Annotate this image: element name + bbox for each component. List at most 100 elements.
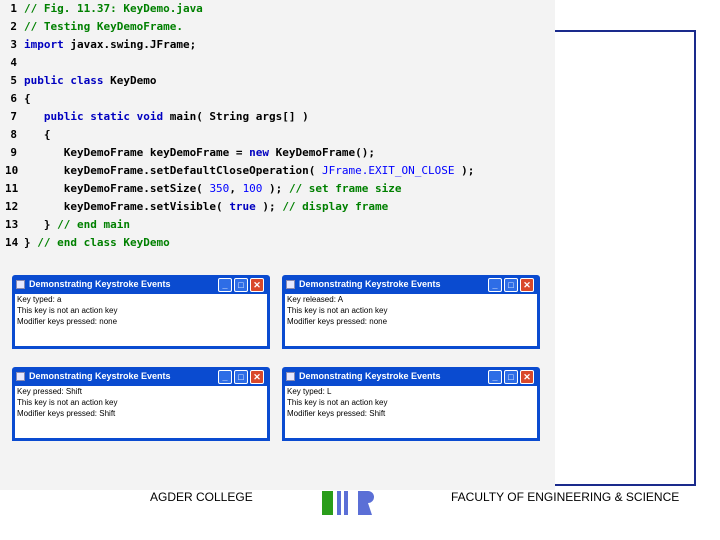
code-token: // end class KeyDemo xyxy=(37,236,170,249)
java-app-icon xyxy=(16,372,25,381)
slide-frame-border xyxy=(555,30,696,486)
line-number: 11 xyxy=(5,182,19,195)
close-button[interactable]: ✕ xyxy=(520,370,534,384)
close-button[interactable]: ✕ xyxy=(520,278,534,292)
output-line: Modifier keys pressed: none xyxy=(287,317,388,326)
close-button[interactable]: ✕ xyxy=(250,370,264,384)
java-app-icon xyxy=(16,280,25,289)
output-line: Key typed: a xyxy=(17,295,62,304)
line-number: 12 xyxy=(5,200,19,213)
code-text: { xyxy=(24,126,51,144)
window-content: Key typed: a This key is not an action ke… xyxy=(15,294,267,346)
line-number: 9 xyxy=(10,146,17,159)
code-text: { xyxy=(24,90,31,108)
line-number: 14 xyxy=(5,236,19,249)
output-line: This key is not an action key xyxy=(287,306,388,315)
code-token: ); xyxy=(262,182,289,195)
code-token: // end main xyxy=(57,218,130,231)
window-content: Key typed: L This key is not an action ke… xyxy=(285,386,537,438)
logo-bar-green xyxy=(322,491,333,515)
logo-bar-2 xyxy=(344,491,348,515)
line-number: 3 xyxy=(10,38,17,51)
output-line: Key released: A xyxy=(287,295,344,304)
output-line: This key is not an action key xyxy=(17,306,118,315)
output-line: Modifier keys pressed: none xyxy=(17,317,118,326)
code-token: keyDemoFrame.setVisible( xyxy=(24,200,230,213)
output-line: This key is not an action key xyxy=(287,398,388,407)
output-line: This key is not an action key xyxy=(17,398,118,407)
code-token: KeyDemoFrame keyDemoFrame = xyxy=(24,146,250,159)
line-number: 6 xyxy=(10,92,17,105)
minimize-button[interactable]: _ xyxy=(488,370,502,384)
code-text: } // end class KeyDemo xyxy=(24,234,170,252)
code-token: , xyxy=(229,182,243,195)
code-token: KeyDemo xyxy=(103,74,157,87)
code-token: // Fig. 11.37: KeyDemo.java xyxy=(24,2,203,15)
code-token: new xyxy=(249,146,270,159)
code-token: keyDemoFrame.setSize( xyxy=(24,182,210,195)
code-token: main( String args[] ) xyxy=(163,110,309,123)
line-number: 10 xyxy=(5,164,19,177)
java-app-icon xyxy=(286,372,295,381)
keystroke-window-1: Demonstrating Keystroke Events _ □ ✕ Key typ… xyxy=(12,275,270,349)
code-token: } xyxy=(24,218,58,231)
code-text: // Fig. 11.37: KeyDemo.java xyxy=(24,0,203,18)
logo-bar-1 xyxy=(337,491,341,515)
maximize-button[interactable]: □ xyxy=(504,370,518,384)
code-text: KeyDemoFrame keyDemoFrame = new KeyDemoF… xyxy=(24,144,375,162)
code-token: { xyxy=(24,128,51,141)
window-title: Demonstrating Keystroke Events xyxy=(29,279,171,289)
logo-bar-3 xyxy=(358,491,374,515)
line-number: 7 xyxy=(10,110,17,123)
keystroke-window-4: Demonstrating Keystroke Events _ □ ✕ Key typ… xyxy=(282,367,540,441)
code-token: // Testing KeyDemoFrame. xyxy=(24,20,183,33)
code-token: true xyxy=(229,200,256,213)
code-token: ); xyxy=(255,200,283,213)
code-text: keyDemoFrame.setDefaultCloseOperation( J… xyxy=(24,162,475,180)
college-logo xyxy=(322,491,374,515)
window-title: Demonstrating Keystroke Events xyxy=(299,371,441,381)
code-token: public static void xyxy=(24,110,164,123)
footer-college-name: AGDER COLLEGE xyxy=(150,490,253,504)
code-text: } // end main xyxy=(24,216,130,234)
code-text: // Testing KeyDemoFrame. xyxy=(24,18,183,36)
output-line: Key typed: L xyxy=(287,387,332,396)
line-number: 2 xyxy=(10,20,17,33)
code-token: 100 xyxy=(242,182,263,195)
close-button[interactable]: ✕ xyxy=(250,278,264,292)
window-title: Demonstrating Keystroke Events xyxy=(299,279,441,289)
code-token: keyDemoFrame.setDefaultCloseOperation( xyxy=(24,164,323,177)
code-token: import xyxy=(24,38,64,51)
code-token: { xyxy=(24,92,31,105)
code-text: keyDemoFrame.setVisible( true ); // disp… xyxy=(24,198,389,216)
output-line: Key pressed: Shift xyxy=(17,387,82,396)
window-content: Key released: A This key is not an action… xyxy=(285,294,537,346)
code-token: // set frame size xyxy=(288,182,402,195)
code-text: import javax.swing.JFrame; xyxy=(24,36,196,54)
line-number: 13 xyxy=(5,218,19,231)
footer-faculty-name: FACULTY OF ENGINEERING & SCIENCE xyxy=(451,490,680,504)
code-text: public static void main( String args[] ) xyxy=(24,108,309,126)
keystroke-window-3: Demonstrating Keystroke Events _ □ ✕ Key pre… xyxy=(12,367,270,441)
code-token: public class xyxy=(24,74,104,87)
line-number: 1 xyxy=(10,2,17,15)
line-number: 8 xyxy=(10,128,17,141)
maximize-button[interactable]: □ xyxy=(234,370,248,384)
code-token: KeyDemoFrame(); xyxy=(269,146,376,159)
maximize-button[interactable]: □ xyxy=(504,278,518,292)
code-token: 350 xyxy=(209,182,230,195)
maximize-button[interactable]: □ xyxy=(234,278,248,292)
code-token: ); xyxy=(454,164,475,177)
line-number: 4 xyxy=(10,56,17,69)
output-line: Modifier keys pressed: Shift xyxy=(17,409,116,418)
line-number: 5 xyxy=(10,74,17,87)
java-app-icon xyxy=(286,280,295,289)
minimize-button[interactable]: _ xyxy=(218,370,232,384)
keystroke-window-2: Demonstrating Keystroke Events _ □ ✕ Key rel… xyxy=(282,275,540,349)
window-title: Demonstrating Keystroke Events xyxy=(29,371,171,381)
code-token: JFrame.EXIT_ON_CLOSE xyxy=(322,164,455,177)
code-token: } xyxy=(24,236,38,249)
minimize-button[interactable]: _ xyxy=(488,278,502,292)
minimize-button[interactable]: _ xyxy=(218,278,232,292)
code-text: public class KeyDemo xyxy=(24,72,156,90)
